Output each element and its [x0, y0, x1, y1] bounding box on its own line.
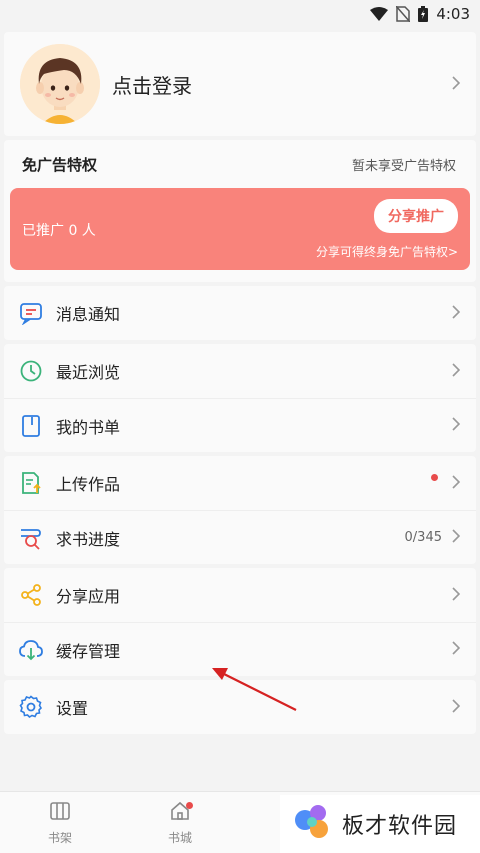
chevron-right-icon	[452, 473, 461, 494]
menu-item-label: 设置	[56, 699, 89, 718]
chevron-right-icon	[452, 361, 461, 382]
menu-item-label: 最近浏览	[56, 363, 121, 382]
menu-item-label: 消息通知	[56, 305, 121, 324]
chevron-right-icon	[452, 585, 461, 606]
avatar[interactable]	[20, 44, 100, 124]
battery-icon	[418, 6, 429, 22]
notification-dot	[186, 802, 193, 809]
login-text[interactable]: 点击登录	[112, 70, 452, 99]
watermark-text: 板才软件园	[342, 814, 458, 839]
menu-item-upload-works[interactable]: 上传作品	[4, 456, 476, 510]
upload-icon	[18, 470, 44, 496]
watermark: 板才软件园	[280, 795, 480, 853]
menu-item-notifications[interactable]: 消息通知	[4, 286, 476, 340]
ad-privilege-status: 暂未享受广告特权	[351, 158, 456, 174]
cloud-download-icon	[18, 637, 44, 663]
tab-label: 书城	[167, 830, 192, 845]
menu-item-label: 缓存管理	[56, 641, 121, 661]
bookshelf-icon	[49, 800, 71, 826]
share-icon	[18, 582, 44, 608]
chevron-right-icon	[452, 527, 461, 548]
tab-bookshelf[interactable]: 书架	[0, 792, 120, 853]
status-time: 4:03	[436, 5, 470, 23]
status-bar: 4:03	[0, 0, 480, 28]
share-promote-button[interactable]: 分享推广	[374, 199, 458, 233]
menu-item-label: 求书进度	[56, 529, 121, 549]
tab-bookstore[interactable]: 书城	[120, 792, 240, 853]
no-sim-icon	[396, 6, 411, 22]
menu-group-browsing: 最近浏览 我的书单	[4, 344, 476, 452]
wifi-icon	[370, 7, 389, 21]
tab-label: 书架	[47, 830, 72, 845]
menu-item-share-app[interactable]: 分享应用	[4, 568, 476, 622]
share-privilege-link[interactable]: 分享可得终身免广告特权>	[316, 243, 458, 260]
menu-item-recent-browsing[interactable]: 最近浏览	[4, 344, 476, 398]
menu-group-settings: 设置	[4, 680, 476, 734]
menu-item-label: 分享应用	[56, 587, 121, 606]
gear-icon	[18, 694, 44, 720]
promo-banner: 已推广 0 人 分享推广 分享可得终身免广告特权>	[10, 188, 470, 270]
menu-group-works: 上传作品 求书进度 0/345	[4, 456, 476, 564]
chevron-right-icon	[452, 74, 461, 95]
chevron-right-icon	[452, 639, 461, 660]
notification-dot	[431, 474, 438, 481]
menu-item-label: 上传作品	[56, 475, 121, 494]
profile-login-row[interactable]: 点击登录	[4, 32, 476, 136]
chevron-right-icon	[452, 303, 461, 324]
clock-icon	[18, 358, 44, 384]
message-icon	[18, 300, 44, 326]
menu-group-app: 分享应用 缓存管理	[4, 568, 476, 676]
promoted-count: 已推广 0 人	[22, 223, 96, 239]
chevron-right-icon	[452, 415, 461, 436]
ad-privilege-title: 免广告特权	[22, 155, 98, 174]
menu-item-settings[interactable]: 设置	[4, 680, 476, 734]
search-book-icon	[18, 525, 44, 551]
menu-item-cache-management[interactable]: 缓存管理	[4, 622, 476, 676]
menu-item-book-request-progress[interactable]: 求书进度 0/345	[4, 510, 476, 564]
watermark-logo-icon	[292, 802, 332, 846]
menu-group-notifications: 消息通知	[4, 286, 476, 340]
ad-privilege-card: 免广告特权 暂未享受广告特权 已推广 0 人 分享推广 分享可得终身免广告特权>	[4, 140, 476, 282]
book-request-count: 0/345	[404, 530, 442, 545]
menu-item-label: 我的书单	[56, 417, 121, 437]
booklist-icon	[18, 413, 44, 439]
chevron-right-icon	[452, 697, 461, 718]
menu-item-my-booklist[interactable]: 我的书单	[4, 398, 476, 452]
